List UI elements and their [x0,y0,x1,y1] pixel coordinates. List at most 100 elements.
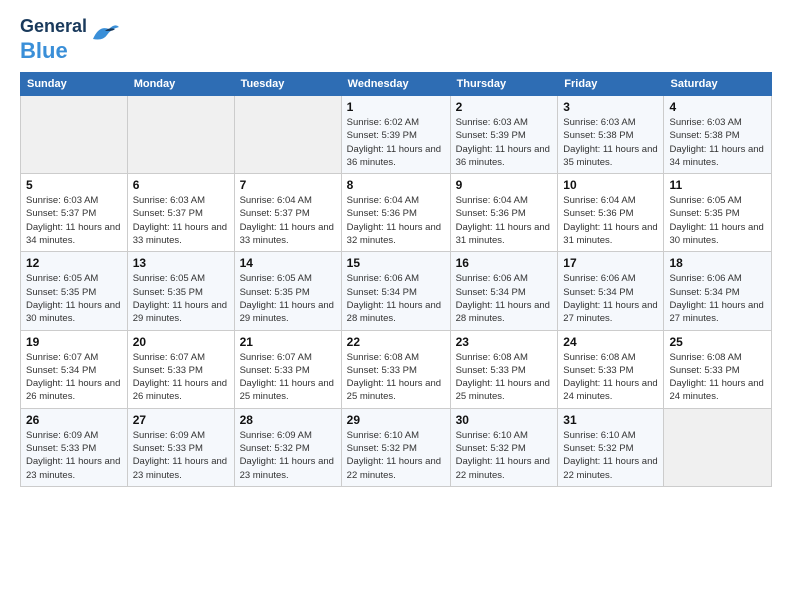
calendar-cell: 4 Sunrise: 6:03 AM Sunset: 5:38 PM Daylig… [664,95,772,173]
calendar-cell: 26Sunrise: 6:09 AM Sunset: 5:33 PM Dayli… [21,408,128,486]
day-info: Sunrise: 6:05 AM Sunset: 5:35 PM Dayligh… [240,272,336,325]
day-info: Sunrise: 6:09 AM Sunset: 5:33 PM Dayligh… [133,429,229,482]
day-number: 12 [26,256,122,270]
calendar-cell: 22Sunrise: 6:08 AM Sunset: 5:33 PM Dayli… [341,330,450,408]
day-number: 15 [347,256,445,270]
calendar-cell: 14 Sunrise: 6:05 AM Sunset: 5:35 PM Dayli… [234,252,341,330]
calendar-week-row: 5Sunrise: 6:03 AM Sunset: 5:37 PM Daylig… [21,174,772,252]
day-info: Sunrise: 6:03 AM Sunset: 5:37 PM Dayligh… [26,194,122,247]
day-number: 20 [133,335,229,349]
weekday-header-wednesday: Wednesday [341,72,450,95]
calendar-cell [664,408,772,486]
page-header: General Blue [20,16,772,64]
day-number: 31 [563,413,658,427]
day-number: 3 [563,100,658,114]
calendar-cell: 10 Sunrise: 6:04 AM Sunset: 5:36 PM Dayli… [558,174,664,252]
day-info: Sunrise: 6:07 AM Sunset: 5:33 PM Dayligh… [240,351,336,404]
calendar-cell: 17 Sunrise: 6:06 AM Sunset: 5:34 PM Dayli… [558,252,664,330]
day-number: 17 [563,256,658,270]
weekday-header-friday: Friday [558,72,664,95]
day-info: Sunrise: 6:02 AM Sunset: 5:39 PM Dayligh… [347,116,445,169]
day-info: Sunrise: 6:10 AM Sunset: 5:32 PM Dayligh… [563,429,658,482]
calendar-cell: 16 Sunrise: 6:06 AM Sunset: 5:34 PM Dayli… [450,252,558,330]
day-number: 24 [563,335,658,349]
day-number: 21 [240,335,336,349]
day-info: Sunrise: 6:04 AM Sunset: 5:37 PM Dayligh… [240,194,336,247]
calendar-cell: 19 Sunrise: 6:07 AM Sunset: 5:34 PM Dayli… [21,330,128,408]
calendar-cell [21,95,128,173]
calendar-cell: 13 Sunrise: 6:05 AM Sunset: 5:35 PM Dayli… [127,252,234,330]
weekday-header-thursday: Thursday [450,72,558,95]
calendar-cell: 9Sunrise: 6:04 AM Sunset: 5:36 PM Daylig… [450,174,558,252]
calendar-cell: 28Sunrise: 6:09 AM Sunset: 5:32 PM Dayli… [234,408,341,486]
day-number: 19 [26,335,122,349]
day-info: Sunrise: 6:10 AM Sunset: 5:32 PM Dayligh… [456,429,553,482]
calendar-cell: 31 Sunrise: 6:10 AM Sunset: 5:32 PM Dayli… [558,408,664,486]
day-info: Sunrise: 6:09 AM Sunset: 5:33 PM Dayligh… [26,429,122,482]
calendar-cell: 24 Sunrise: 6:08 AM Sunset: 5:33 PM Dayli… [558,330,664,408]
calendar-body: 1 Sunrise: 6:02 AM Sunset: 5:39 PM Daylig… [21,95,772,486]
day-number: 2 [456,100,553,114]
calendar-cell: 2 Sunrise: 6:03 AM Sunset: 5:39 PM Daylig… [450,95,558,173]
logo-text: General Blue [20,16,87,64]
weekday-header-saturday: Saturday [664,72,772,95]
weekday-header-row: SundayMondayTuesdayWednesdayThursdayFrid… [21,72,772,95]
day-info: Sunrise: 6:03 AM Sunset: 5:38 PM Dayligh… [669,116,766,169]
day-info: Sunrise: 6:04 AM Sunset: 5:36 PM Dayligh… [347,194,445,247]
calendar-cell: 12 Sunrise: 6:05 AM Sunset: 5:35 PM Dayli… [21,252,128,330]
weekday-header-monday: Monday [127,72,234,95]
day-info: Sunrise: 6:05 AM Sunset: 5:35 PM Dayligh… [133,272,229,325]
day-number: 11 [669,178,766,192]
day-number: 23 [456,335,553,349]
calendar-cell [127,95,234,173]
calendar-cell: 29 Sunrise: 6:10 AM Sunset: 5:32 PM Dayli… [341,408,450,486]
day-info: Sunrise: 6:08 AM Sunset: 5:33 PM Dayligh… [456,351,553,404]
day-number: 29 [347,413,445,427]
day-info: Sunrise: 6:05 AM Sunset: 5:35 PM Dayligh… [669,194,766,247]
day-number: 6 [133,178,229,192]
day-info: Sunrise: 6:06 AM Sunset: 5:34 PM Dayligh… [456,272,553,325]
calendar-cell: 11 Sunrise: 6:05 AM Sunset: 5:35 PM Dayli… [664,174,772,252]
calendar-cell: 25 Sunrise: 6:08 AM Sunset: 5:33 PM Dayli… [664,330,772,408]
calendar-cell: 21 Sunrise: 6:07 AM Sunset: 5:33 PM Dayli… [234,330,341,408]
day-info: Sunrise: 6:03 AM Sunset: 5:38 PM Dayligh… [563,116,658,169]
day-info: Sunrise: 6:06 AM Sunset: 5:34 PM Dayligh… [347,272,445,325]
day-info: Sunrise: 6:05 AM Sunset: 5:35 PM Dayligh… [26,272,122,325]
day-info: Sunrise: 6:07 AM Sunset: 5:33 PM Dayligh… [133,351,229,404]
calendar-week-row: 12 Sunrise: 6:05 AM Sunset: 5:35 PM Dayli… [21,252,772,330]
day-number: 30 [456,413,553,427]
logo-icon [91,21,121,48]
calendar-cell: 3 Sunrise: 6:03 AM Sunset: 5:38 PM Daylig… [558,95,664,173]
calendar-table: SundayMondayTuesdayWednesdayThursdayFrid… [20,72,772,487]
calendar-cell: 30 Sunrise: 6:10 AM Sunset: 5:32 PM Dayli… [450,408,558,486]
calendar-cell: 1 Sunrise: 6:02 AM Sunset: 5:39 PM Daylig… [341,95,450,173]
calendar-cell: 27 Sunrise: 6:09 AM Sunset: 5:33 PM Dayli… [127,408,234,486]
day-info: Sunrise: 6:03 AM Sunset: 5:39 PM Dayligh… [456,116,553,169]
calendar-cell: 8 Sunrise: 6:04 AM Sunset: 5:36 PM Daylig… [341,174,450,252]
calendar-cell: 20 Sunrise: 6:07 AM Sunset: 5:33 PM Dayli… [127,330,234,408]
day-number: 10 [563,178,658,192]
day-info: Sunrise: 6:08 AM Sunset: 5:33 PM Dayligh… [347,351,445,404]
day-number: 1 [347,100,445,114]
day-number: 28 [240,413,336,427]
logo: General Blue [20,16,121,64]
day-number: 27 [133,413,229,427]
day-info: Sunrise: 6:08 AM Sunset: 5:33 PM Dayligh… [563,351,658,404]
day-info: Sunrise: 6:08 AM Sunset: 5:33 PM Dayligh… [669,351,766,404]
calendar-cell: 6Sunrise: 6:03 AM Sunset: 5:37 PM Daylig… [127,174,234,252]
day-info: Sunrise: 6:07 AM Sunset: 5:34 PM Dayligh… [26,351,122,404]
calendar-cell: 18Sunrise: 6:06 AM Sunset: 5:34 PM Dayli… [664,252,772,330]
calendar-week-row: 19 Sunrise: 6:07 AM Sunset: 5:34 PM Dayli… [21,330,772,408]
day-number: 18 [669,256,766,270]
calendar-cell: 23 Sunrise: 6:08 AM Sunset: 5:33 PM Dayli… [450,330,558,408]
day-info: Sunrise: 6:10 AM Sunset: 5:32 PM Dayligh… [347,429,445,482]
day-info: Sunrise: 6:04 AM Sunset: 5:36 PM Dayligh… [563,194,658,247]
day-number: 25 [669,335,766,349]
day-number: 13 [133,256,229,270]
weekday-header-tuesday: Tuesday [234,72,341,95]
day-number: 14 [240,256,336,270]
day-number: 16 [456,256,553,270]
day-info: Sunrise: 6:06 AM Sunset: 5:34 PM Dayligh… [563,272,658,325]
day-number: 8 [347,178,445,192]
day-number: 4 [669,100,766,114]
